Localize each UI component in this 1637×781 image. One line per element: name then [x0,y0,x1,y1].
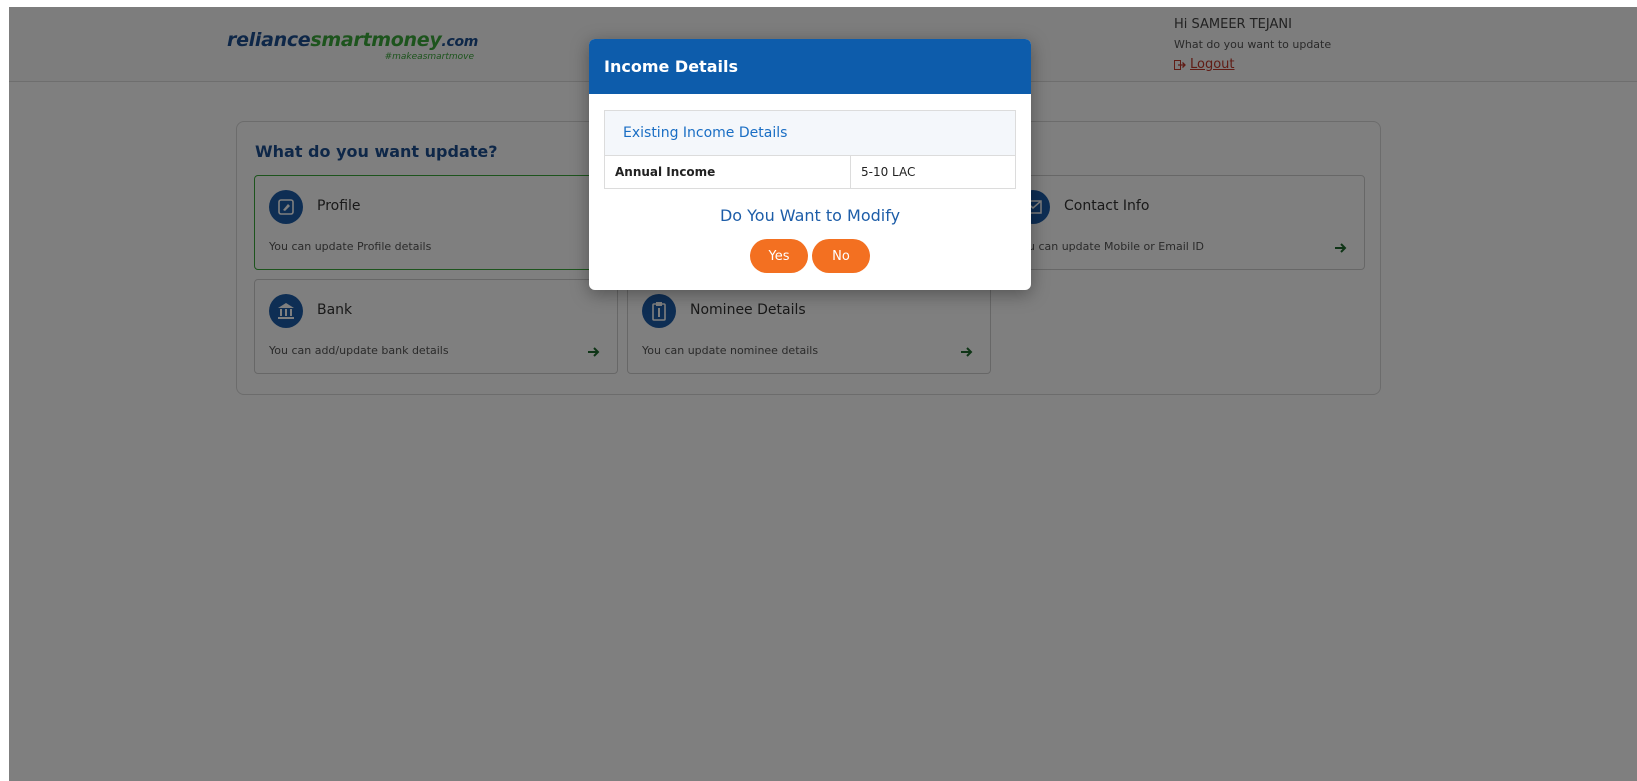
no-button[interactable]: No [812,239,870,273]
income-table: Existing Income Details Annual Income 5-… [604,110,1016,189]
row-value: 5-10 LAC [850,155,1016,189]
modal-title: Income Details [589,39,1031,94]
row-label: Annual Income [604,155,851,189]
yes-button[interactable]: Yes [750,239,808,273]
modify-question: Do You Want to Modify [719,206,901,225]
page-frame: reliancesmartmoney.com #makeasmartmove H… [9,7,1637,781]
table-row: Annual Income 5-10 LAC [604,155,1016,189]
income-details-modal: Income Details Existing Income Details A… [589,39,1031,290]
table-header: Existing Income Details [604,110,1016,156]
modal-actions: Yes No [604,239,1016,273]
